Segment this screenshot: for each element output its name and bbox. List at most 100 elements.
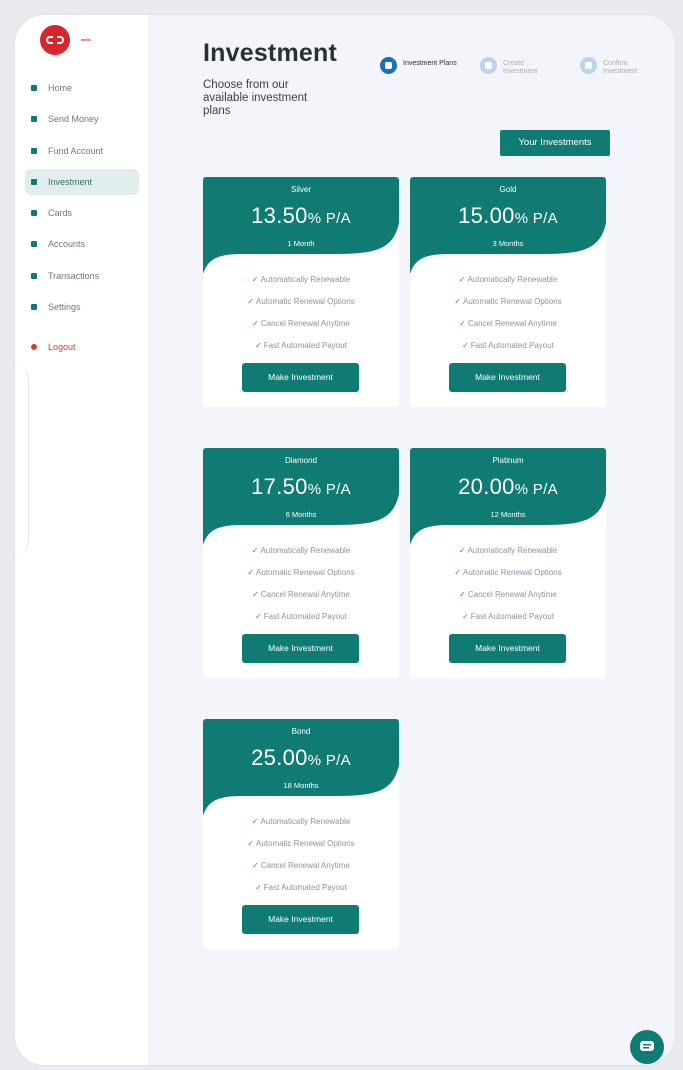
page-title: Investment: [203, 39, 337, 67]
check-icon: ✓: [454, 297, 461, 306]
plan-card-header: Silver 13.50% P/A 1 Month: [203, 177, 399, 277]
plan-features-list: ✓ Automatically Renewable ✓ Automatic Rene…: [203, 545, 399, 633]
list-item: ✓ Automatically Renewable: [458, 275, 558, 284]
list-item: ✓ Cancel Renewal Anytime: [459, 590, 557, 599]
list-item: ✓ Automatically Renewable: [458, 546, 558, 555]
list-item: ✓ Cancel Renewal Anytime: [252, 861, 350, 870]
plan-card-header: Gold 15.00% P/A 3 Months: [410, 177, 606, 277]
stepper: Investment Plans Create Investment Confi…: [380, 57, 675, 76]
plan-features-list: ✓ Automatically Renewable ✓ Automatic Rene…: [410, 274, 606, 362]
step-investment-plans[interactable]: Investment Plans: [380, 57, 458, 76]
plan-card-diamond: Diamond 17.50% P/A 6 Months ✓ Automatical…: [203, 448, 399, 678]
plan-name: Diamond: [284, 456, 317, 465]
sidebar-item-investment[interactable]: Investment: [25, 168, 139, 195]
list-item: ✓ Automatically Renewable: [251, 817, 351, 826]
sidebar-nav: Home Send Money Fund Account Investment …: [25, 75, 139, 365]
brand-logo-icon[interactable]: [40, 25, 70, 55]
fund-icon: [31, 147, 37, 154]
step-indicator-icon: [480, 57, 497, 74]
make-investment-button[interactable]: Make Investment: [449, 634, 566, 663]
list-item: ✓ Fast Automated Payout: [462, 612, 554, 621]
plan-features-list: ✓ Automatically Renewable ✓ Automatic Rene…: [203, 816, 399, 904]
check-icon: ✓: [454, 568, 461, 577]
your-investments-button[interactable]: Your Investments: [500, 130, 610, 156]
plan-features-list: ✓ Automatically Renewable ✓ Automatic Rene…: [410, 545, 606, 633]
brand-name: wells: [81, 37, 91, 42]
make-investment-button[interactable]: Make Investment: [242, 634, 359, 663]
sidebar-item-label: Accounts: [48, 239, 86, 250]
receipt-icon: [31, 272, 37, 279]
list-item: ✓ Fast Automated Payout: [255, 883, 347, 892]
sidebar-collapse-handle[interactable]: [15, 365, 29, 555]
list-item: ✓ Cancel Renewal Anytime: [252, 319, 350, 328]
list-item: ✓ Cancel Renewal Anytime: [459, 319, 557, 328]
plan-features-list: ✓ Automatically Renewable ✓ Automatic Rene…: [203, 274, 399, 362]
make-investment-button[interactable]: Make Investment: [242, 363, 359, 392]
list-item: ✓ Fast Automated Payout: [255, 612, 347, 621]
check-icon: ✓: [255, 883, 262, 892]
sidebar-item-label: Cards: [48, 208, 73, 219]
step-confirm-investment[interactable]: Confirm Investment: [580, 57, 658, 76]
list-item: ✓ Automatic Renewal Options: [247, 839, 355, 848]
sidebar-item-label: Fund Account: [48, 145, 104, 156]
step-label: Confirm Investment: [603, 60, 638, 75]
sidebar-item-label: Investment: [48, 176, 93, 187]
step-label: Create Investment: [503, 60, 538, 75]
make-investment-button[interactable]: Make Investment: [242, 905, 359, 934]
check-icon: ✓: [252, 590, 259, 599]
plan-name: Platinum: [492, 456, 524, 465]
sidebar-item-label: Send Money: [48, 114, 99, 125]
check-icon: ✓: [458, 546, 466, 555]
sidebar: wells Home Send Money Fund Account Inves…: [15, 15, 148, 1065]
sidebar-item-home[interactable]: Home: [25, 75, 139, 101]
plan-card-header: Diamond 17.50% P/A 6 Months: [203, 448, 399, 548]
card-icon: [31, 210, 37, 217]
step-indicator-icon: [580, 57, 597, 74]
plan-duration: 12 Months: [490, 510, 526, 519]
sidebar-item-fund-account[interactable]: Fund Account: [25, 138, 139, 164]
step-label: Investment Plans: [403, 60, 457, 67]
plan-rate: 13.50% P/A: [251, 203, 351, 228]
list-item: ✓ Automatically Renewable: [251, 546, 351, 555]
check-icon: ✓: [247, 297, 254, 306]
plan-rate: 17.50% P/A: [251, 474, 351, 499]
plan-duration: 3 Months: [492, 239, 524, 248]
send-money-icon: [31, 116, 37, 123]
bank-icon: [31, 241, 37, 248]
app-window: wells Home Send Money Fund Account Inves…: [15, 15, 675, 1065]
sidebar-item-accounts[interactable]: Accounts: [25, 231, 139, 257]
sidebar-item-send-money[interactable]: Send Money: [25, 106, 139, 132]
sidebar-item-label: Settings: [48, 302, 81, 313]
gear-icon: [31, 304, 37, 311]
page-subtitle: Choose from our available investment pla…: [203, 79, 308, 117]
plan-rate: 25.00% P/A: [251, 745, 351, 770]
plan-rate: 20.00% P/A: [458, 474, 558, 499]
sidebar-item-settings[interactable]: Settings: [25, 294, 139, 320]
logout-button[interactable]: Logout: [25, 334, 139, 360]
check-icon: ✓: [255, 341, 262, 350]
check-icon: ✓: [459, 319, 466, 328]
make-investment-button[interactable]: Make Investment: [449, 363, 566, 392]
list-item: ✓ Automatic Renewal Options: [454, 568, 562, 577]
sidebar-item-label: Home: [48, 83, 73, 93]
step-create-investment[interactable]: Create Investment: [480, 57, 558, 76]
plan-name: Bond: [291, 727, 311, 736]
sidebar-item-cards[interactable]: Cards: [25, 200, 139, 226]
plan-name: Gold: [499, 185, 517, 194]
list-item: ✓ Automatic Renewal Options: [247, 297, 355, 306]
list-item: ✓ Fast Automated Payout: [462, 341, 554, 350]
check-icon: ✓: [251, 817, 259, 826]
home-icon: [31, 85, 37, 91]
sidebar-item-label: Transactions: [48, 270, 100, 281]
list-item: ✓ Automatically Renewable: [251, 275, 351, 284]
chat-button[interactable]: [630, 1030, 664, 1064]
plan-duration: 1 Month: [287, 239, 315, 248]
check-icon: ✓: [255, 612, 262, 621]
link-logo-icon: [46, 36, 64, 44]
check-icon: ✓: [251, 275, 259, 284]
plan-card-platinum: Platinum 20.00% P/A 12 Months ✓ Automatic…: [410, 448, 606, 678]
plan-card-header: Platinum 20.00% P/A 12 Months: [410, 448, 606, 548]
plan-duration: 6 Months: [285, 510, 317, 519]
sidebar-item-transactions[interactable]: Transactions: [25, 263, 139, 289]
plan-card-bond: Bond 25.00% P/A 18 Months ✓ Automatically…: [203, 719, 399, 949]
